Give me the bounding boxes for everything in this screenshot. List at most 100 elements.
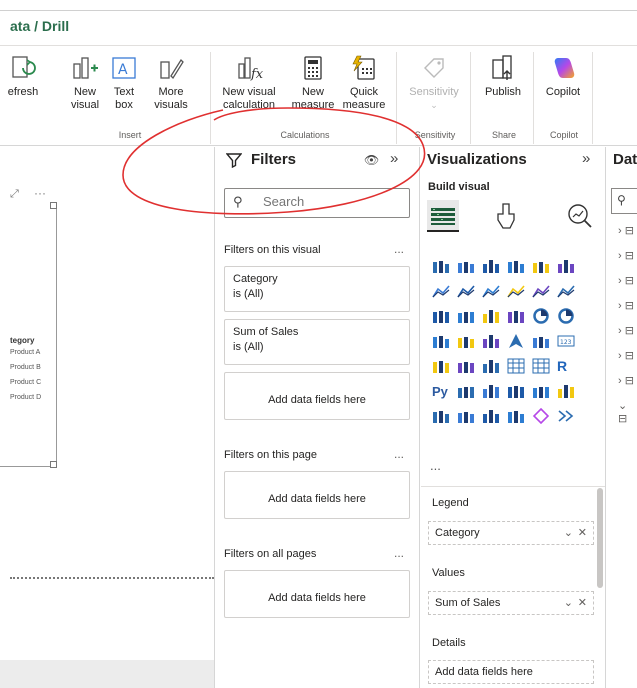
visual-calculation-icon: fx — [235, 54, 264, 82]
chevron-right-icon[interactable]: › — [618, 300, 622, 312]
filter-field-value: is (All) — [233, 288, 264, 300]
data-search-box[interactable]: ⚲ — [611, 188, 637, 214]
legend-item[interactable]: Product A — [10, 349, 40, 356]
goals-icon[interactable] — [557, 383, 575, 399]
narrative-icon[interactable] — [532, 383, 550, 399]
stacked-bar-chart-icon[interactable] — [432, 258, 450, 274]
more-options-icon[interactable]: ... — [394, 242, 404, 256]
breadcrumb[interactable]: ata / Drill — [10, 18, 69, 34]
donut-chart-icon[interactable] — [557, 308, 575, 324]
r-visual-icon[interactable]: R — [557, 358, 575, 374]
stacked-area-icon[interactable] — [482, 283, 500, 299]
line-clustered-column-icon[interactable] — [557, 283, 575, 299]
filter-card-sum-of-sales[interactable]: Sum of Sales is (All) — [224, 319, 410, 365]
gauge-icon[interactable] — [532, 333, 550, 349]
pie-chart-icon[interactable] — [532, 308, 550, 324]
svg-text:fx: fx — [250, 67, 263, 82]
clustered-column-icon[interactable] — [507, 258, 525, 274]
table-icon[interactable] — [507, 358, 525, 374]
filled-map-icon[interactable] — [482, 333, 500, 349]
100-area-icon[interactable] — [507, 283, 525, 299]
paginated-report-icon[interactable] — [432, 408, 450, 424]
line-column-icon[interactable] — [532, 283, 550, 299]
clustered-bar-chart-icon[interactable] — [457, 258, 475, 274]
scrollbar-thumb[interactable] — [597, 488, 603, 588]
power-automate-icon[interactable] — [532, 407, 550, 425]
legend-item[interactable]: Product D — [10, 394, 41, 401]
chevron-right-icon[interactable]: › — [618, 225, 622, 237]
data-table-item[interactable]: › ⊟ — [618, 374, 634, 387]
ribbon-separator — [470, 52, 471, 144]
chevron-right-icon[interactable]: › — [618, 275, 622, 287]
data-table-item[interactable]: › ⊟ — [618, 224, 634, 237]
resize-handle[interactable] — [50, 461, 57, 468]
collapse-visualizations-icon[interactable]: » — [582, 150, 590, 167]
funnel-icon[interactable] — [482, 308, 500, 324]
chevron-visual-icon[interactable] — [557, 408, 575, 424]
data-table-item[interactable]: › ⊟ — [618, 349, 634, 362]
decomposition-tree-icon[interactable] — [482, 383, 500, 399]
analytics-tab[interactable] — [566, 202, 594, 235]
chevron-right-icon[interactable]: › — [618, 375, 622, 387]
refresh-button[interactable]: efresh — [0, 54, 46, 99]
details-well[interactable]: Add data fields here — [428, 660, 594, 684]
line-chart-icon[interactable] — [432, 283, 450, 299]
chevron-down-icon[interactable]: ⌄ — [618, 400, 627, 412]
format-visual-tab[interactable] — [494, 202, 520, 235]
waterfall-icon[interactable] — [457, 308, 475, 324]
more-visuals-dots[interactable]: ... — [430, 458, 441, 473]
chevron-down-icon[interactable]: ⌄ — [564, 526, 573, 539]
area-chart-icon[interactable] — [457, 283, 475, 299]
add-data-fields-visual[interactable]: Add data fields here — [224, 372, 410, 420]
add-data-fields-page[interactable]: Add data fields here — [224, 471, 410, 519]
data-table-item[interactable]: ⌄ ⊟ — [618, 399, 637, 425]
card-icon[interactable]: 123 — [557, 333, 575, 349]
legend-item[interactable]: Product B — [10, 364, 41, 371]
publish-button[interactable]: Publish — [478, 54, 528, 99]
dotted-divider — [10, 577, 214, 579]
key-influencers-icon[interactable] — [457, 383, 475, 399]
remove-field-icon[interactable]: ✕ — [578, 526, 587, 539]
chevron-right-icon[interactable]: › — [618, 250, 622, 262]
chevron-right-icon[interactable]: › — [618, 350, 622, 362]
azure-map-icon[interactable] — [507, 333, 525, 349]
map-icon[interactable] — [457, 333, 475, 349]
multi-row-card-icon[interactable] — [432, 358, 450, 374]
legend-item[interactable]: Product C — [10, 379, 41, 386]
focus-mode-icon[interactable]: ⤢ — [10, 188, 19, 201]
remove-field-icon[interactable]: ✕ — [578, 596, 587, 609]
reference-label-icon[interactable] — [482, 408, 500, 424]
more-options-icon[interactable]: ... — [394, 546, 404, 560]
group-label-copilot: Copilot — [549, 130, 578, 140]
legend-well[interactable]: Category ⌄ ✕ — [428, 521, 594, 545]
data-table-item[interactable]: › ⊟ — [618, 299, 634, 312]
more-options-icon[interactable]: ··· — [34, 186, 46, 200]
treemap-icon[interactable] — [432, 333, 450, 349]
scatter-icon[interactable] — [507, 308, 525, 324]
matrix-icon[interactable] — [532, 358, 550, 374]
resize-handle[interactable] — [50, 202, 57, 209]
data-table-item[interactable]: › ⊟ — [618, 324, 634, 337]
add-data-fields-all-pages[interactable]: Add data fields here — [224, 570, 410, 618]
refresh-label: efresh — [7, 86, 39, 98]
svg-text:123: 123 — [560, 339, 572, 346]
values-well[interactable]: Sum of Sales ⌄ ✕ — [428, 591, 594, 615]
qa-icon[interactable] — [507, 383, 525, 399]
copilot-button[interactable]: Copilot — [538, 54, 588, 99]
filter-card-category[interactable]: Category is (All) — [224, 266, 410, 312]
slicer-icon[interactable] — [482, 358, 500, 374]
data-table-item[interactable]: › ⊟ — [618, 274, 634, 287]
chevron-right-icon[interactable]: › — [618, 325, 622, 337]
100-bar-chart-icon[interactable] — [532, 258, 550, 274]
data-table-item[interactable]: › ⊟ — [618, 249, 634, 262]
kpi-icon[interactable] — [457, 358, 475, 374]
100-column-chart-icon[interactable] — [557, 258, 575, 274]
power-apps-icon[interactable] — [507, 408, 525, 424]
stacked-column-icon[interactable] — [482, 258, 500, 274]
chevron-down-icon[interactable]: ⌄ — [564, 596, 573, 609]
ribbon-chart-icon[interactable] — [432, 308, 450, 324]
card-new-icon[interactable] — [457, 408, 475, 424]
python-visual-icon[interactable]: Py — [432, 383, 450, 399]
more-options-icon[interactable]: ... — [394, 447, 404, 461]
new-visual-button[interactable]: New visual — [66, 54, 104, 112]
